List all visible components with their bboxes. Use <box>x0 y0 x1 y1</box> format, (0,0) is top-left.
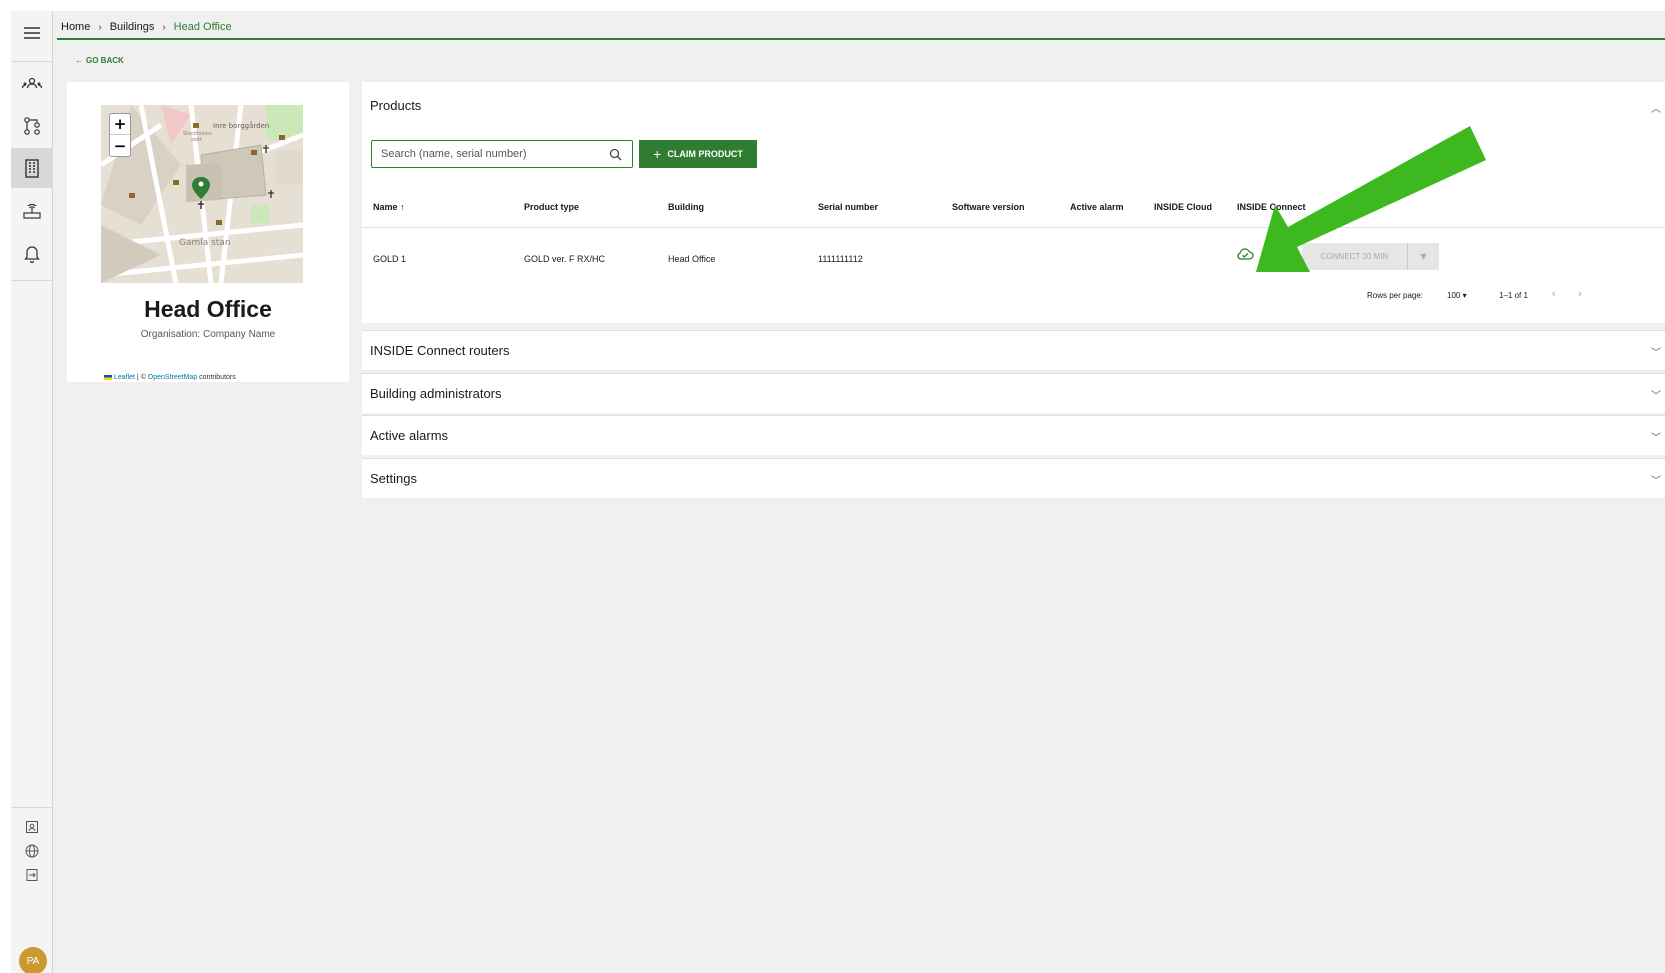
settings-title: Settings <box>370 471 417 486</box>
building-name: Head Office <box>144 296 272 322</box>
settings-section[interactable]: Settings ﹀ <box>362 458 1665 498</box>
connect-button[interactable]: CONNECT 30 MIN <box>1302 252 1407 261</box>
routers-title: INSIDE Connect routers <box>370 343 510 358</box>
bell-icon[interactable] <box>11 233 53 273</box>
search-field[interactable] <box>371 140 633 168</box>
breadcrumb-home[interactable]: Home <box>61 21 90 33</box>
connect-split-button: CONNECT 30 MIN ▼ <box>1302 243 1439 270</box>
organisation-label: Organisation: Company Name <box>140 329 276 340</box>
column-header-software[interactable]: Software version <box>952 202 1025 212</box>
column-header-connect[interactable]: INSIDE Connect <box>1237 202 1306 212</box>
column-header-alarm[interactable]: Active alarm <box>1070 202 1124 212</box>
breadcrumb-buildings[interactable]: Buildings <box>110 21 155 33</box>
alarms-title: Active alarms <box>370 428 449 443</box>
logout-icon[interactable] <box>11 863 53 887</box>
chevron-down-icon[interactable]: ﹀ <box>1651 387 1661 402</box>
menu-icon[interactable] <box>11 13 53 53</box>
caret-down-icon: ▾ <box>1462 291 1467 300</box>
zoom-out-button[interactable]: − <box>110 135 130 156</box>
map-zoom-control: + − <box>109 113 131 157</box>
cell-serial: 1111111112 <box>818 254 863 264</box>
leaflet-link[interactable]: Leaflet <box>114 374 135 381</box>
alarms-section[interactable]: Active alarms ﹀ <box>362 415 1665 455</box>
ukraine-flag-icon <box>104 374 112 380</box>
caret-down-icon[interactable]: ▼ <box>1407 243 1439 270</box>
search-input[interactable] <box>381 148 601 160</box>
users-icon[interactable] <box>11 65 53 105</box>
sidebar: PA <box>11 11 53 973</box>
osm-link[interactable]: OpenStreetMap <box>148 374 197 381</box>
app-frame: PA Home › Buildings › Head Office ← GO B… <box>11 11 1665 973</box>
prev-page-icon[interactable]: ‹ <box>1552 288 1556 300</box>
svg-text:Gamla stan: Gamla stan <box>179 238 231 248</box>
chevron-right-icon: › <box>98 21 102 33</box>
table-header-divider <box>362 227 1665 228</box>
chevron-down-icon[interactable]: ﹀ <box>1651 344 1661 359</box>
zoom-in-button[interactable]: + <box>110 114 130 135</box>
routers-section[interactable]: INSIDE Connect routers ﹀ <box>362 330 1665 370</box>
claim-product-button[interactable]: + CLAIM PRODUCT <box>639 140 757 168</box>
cell-name: GOLD 1 <box>373 254 407 264</box>
building-card: Inre borggården Gamla stan Stockholms sl… <box>67 82 349 382</box>
svg-text:Inre borggården: Inre borggården <box>213 121 269 130</box>
breadcrumb-current: Head Office <box>173 21 232 33</box>
products-panel: Products ︿ + CLAIM PRODUCT Name ↑ Produc… <box>362 82 1665 323</box>
chevron-right-icon: › <box>162 21 166 33</box>
network-icon[interactable] <box>11 106 53 146</box>
admins-section[interactable]: Building administrators ﹀ <box>362 373 1665 413</box>
column-header-product-type[interactable]: Product type <box>524 202 579 212</box>
rows-per-page-label: Rows per page: <box>1367 291 1424 300</box>
breadcrumb-divider <box>57 38 1665 40</box>
svg-text:slott: slott <box>191 137 202 143</box>
chevron-down-icon[interactable]: ﹀ <box>1651 429 1661 444</box>
column-header-serial[interactable]: Serial number <box>818 202 878 212</box>
admins-title: Building administrators <box>370 386 502 401</box>
chevron-up-icon[interactable]: ︿ <box>1651 100 1661 115</box>
chevron-down-icon[interactable]: ﹀ <box>1651 472 1661 487</box>
building-map[interactable]: Inre borggården Gamla stan Stockholms sl… <box>101 105 303 283</box>
next-page-icon[interactable]: › <box>1578 288 1582 300</box>
avatar[interactable]: PA <box>19 947 47 973</box>
search-icon[interactable] <box>609 148 622 161</box>
building-icon[interactable] <box>11 148 53 188</box>
rows-per-page-select[interactable]: 100 ▾ <box>1447 291 1467 300</box>
breadcrumb: Home › Buildings › Head Office <box>61 17 232 37</box>
plus-icon: + <box>653 146 662 162</box>
cloud-check-icon <box>1237 248 1254 260</box>
products-title[interactable]: Products <box>370 98 421 113</box>
column-header-name[interactable]: Name ↑ <box>373 202 405 212</box>
go-back-link[interactable]: ← GO BACK <box>75 56 124 65</box>
column-header-cloud[interactable]: INSIDE Cloud <box>1154 202 1212 212</box>
sort-arrow-up-icon: ↑ <box>400 202 405 212</box>
cell-product-type: GOLD ver. F RX/HC <box>524 254 606 264</box>
globe-icon[interactable] <box>11 839 53 863</box>
arrow-left-icon: ← <box>75 56 83 65</box>
cell-building: Head Office <box>668 254 716 264</box>
map-attribution: Leaflet | © OpenStreetMap contributors <box>101 373 239 382</box>
router-icon[interactable] <box>11 191 53 231</box>
contact-card-icon[interactable] <box>11 815 53 839</box>
page-range: 1–1 of 1 <box>1499 291 1528 300</box>
column-header-building[interactable]: Building <box>668 202 704 212</box>
